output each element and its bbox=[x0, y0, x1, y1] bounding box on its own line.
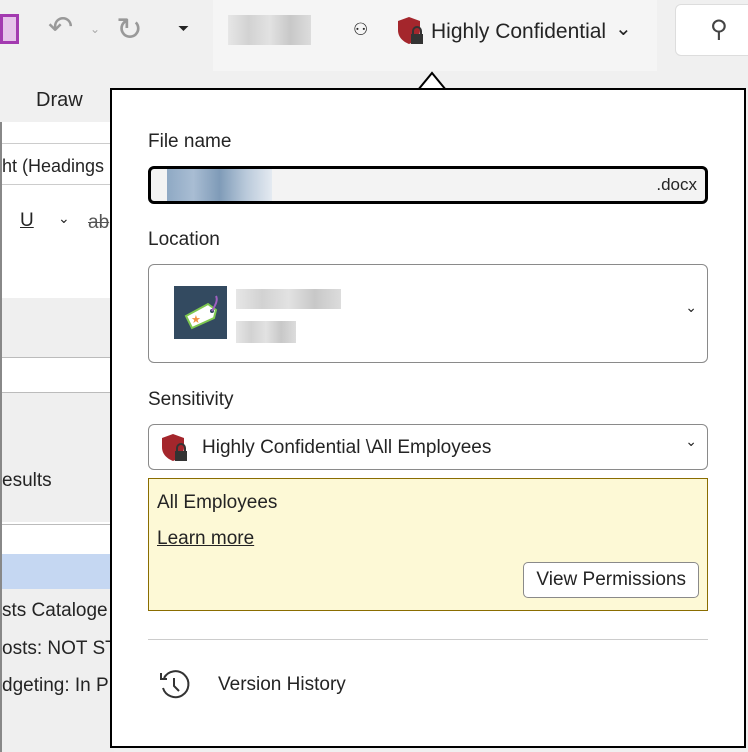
list-item[interactable]: dgeting: In P bbox=[2, 675, 109, 697]
file-info-popup: File name .docx Location ★ ⌄ Sensitivity… bbox=[110, 88, 746, 748]
undo-icon[interactable]: ↶ bbox=[48, 10, 73, 45]
location-tag-icon: ★ bbox=[174, 286, 227, 339]
redo-icon[interactable]: ↻ bbox=[116, 10, 143, 48]
file-name-value bbox=[167, 169, 272, 201]
list-item[interactable]: sts Cataloge bbox=[2, 600, 108, 622]
location-label: Location bbox=[148, 229, 220, 250]
share-people-icon: ⚇ bbox=[353, 20, 369, 39]
file-name-input[interactable]: .docx bbox=[148, 166, 708, 204]
selected-row[interactable] bbox=[2, 554, 114, 589]
sensitivity-dropdown[interactable]: Highly Confidential \All Employees ⌄ bbox=[148, 424, 708, 470]
customize-toolbar-icon[interactable]: ⏷ bbox=[178, 20, 189, 37]
strikethrough-button[interactable]: ab bbox=[88, 212, 109, 234]
undo-dropdown-icon[interactable]: ⌄ bbox=[90, 22, 100, 36]
tab-draw[interactable]: Draw bbox=[36, 89, 83, 112]
location-path bbox=[236, 321, 296, 343]
shield-lock-icon bbox=[162, 434, 187, 461]
svg-text:★: ★ bbox=[191, 314, 201, 326]
location-dropdown[interactable]: ★ ⌄ bbox=[148, 264, 708, 363]
underline-button[interactable]: U bbox=[20, 210, 34, 232]
search-icon: ⚲ bbox=[710, 16, 728, 43]
sensitivity-button-label[interactable]: Highly Confidential bbox=[431, 20, 606, 44]
font-name-box[interactable]: ht (Headings bbox=[2, 156, 104, 177]
chevron-down-icon: ⌄ bbox=[685, 299, 697, 315]
file-name-label: File name bbox=[148, 131, 232, 152]
location-name bbox=[236, 289, 341, 309]
list-item[interactable]: osts: NOT ST bbox=[2, 638, 117, 660]
sensitivity-info-box: All Employees Learn more View Permission… bbox=[148, 478, 708, 611]
version-history-label: Version History bbox=[218, 674, 346, 695]
learn-more-link[interactable]: Learn more bbox=[157, 528, 254, 550]
file-extension: .docx bbox=[656, 175, 697, 194]
view-permissions-button[interactable]: View Permissions bbox=[523, 562, 699, 598]
document-title-area[interactable]: ⚇ Highly Confidential ⌄ bbox=[213, 0, 657, 71]
results-heading: esults bbox=[2, 470, 52, 491]
search-box[interactable]: ⚲ bbox=[675, 4, 748, 56]
background-document: ht (Headings U ⌄ ab esults sts Cataloge … bbox=[0, 122, 117, 752]
save-icon[interactable] bbox=[0, 14, 19, 44]
underline-dropdown-icon[interactable]: ⌄ bbox=[58, 210, 70, 227]
divider bbox=[148, 639, 708, 640]
version-history-button[interactable]: Version History bbox=[148, 660, 708, 710]
sensitivity-label: Sensitivity bbox=[148, 389, 234, 410]
chevron-down-icon[interactable]: ⌄ bbox=[615, 16, 632, 41]
document-title bbox=[228, 15, 311, 45]
info-title: All Employees bbox=[157, 492, 278, 513]
shield-lock-icon bbox=[398, 17, 423, 44]
sensitivity-value: Highly Confidential \All Employees bbox=[202, 437, 492, 458]
chevron-down-icon: ⌄ bbox=[685, 433, 697, 449]
history-icon bbox=[160, 670, 190, 699]
